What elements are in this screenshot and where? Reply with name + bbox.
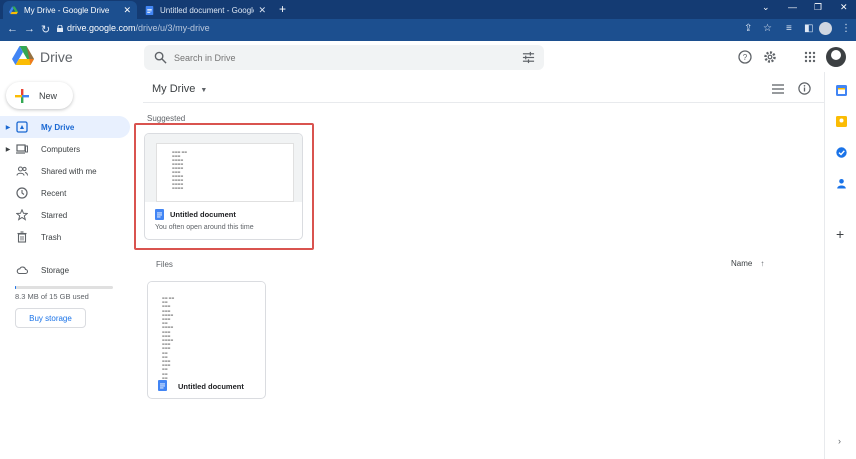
star-icon <box>16 209 28 221</box>
drive-logo-icon <box>12 46 34 65</box>
help-icon[interactable]: ? <box>738 50 752 64</box>
plus-icon <box>15 88 29 103</box>
window-close-icon[interactable]: ✕ <box>840 2 848 13</box>
browser-tab-strip: My Drive - Google Drive ✕ Untitled docum… <box>0 0 856 19</box>
expand-caret-icon[interactable]: ▶ <box>3 124 13 131</box>
sort-label: Name <box>731 259 753 268</box>
new-button-label: New <box>39 90 58 101</box>
sort-by-name-button[interactable]: Name ↑ <box>731 259 764 268</box>
new-button[interactable]: New <box>6 82 73 109</box>
tab-my-drive[interactable]: My Drive - Google Drive ✕ <box>3 1 137 19</box>
account-avatar[interactable] <box>826 47 846 67</box>
lock-icon[interactable] <box>57 25 63 32</box>
add-addon-icon[interactable]: + <box>836 226 844 242</box>
storage-usage-fill <box>15 286 16 289</box>
search-options-icon[interactable] <box>522 51 535 64</box>
tab-search-icon[interactable]: ⌄ <box>762 2 770 13</box>
file-name: Untitled document <box>178 382 244 391</box>
url-path: /drive/u/3/my-drive <box>135 23 210 33</box>
file-card[interactable]: ▬▬ ▬▬ ▬▬ ▬▬▬ ▬▬▬ ▬▬▬▬ ▬▬▬ ▬▬ ▬▬▬▬ ▬▬▬ ▬▬… <box>147 281 266 399</box>
page-title-text: My Drive <box>152 83 196 95</box>
sort-arrow-up-icon[interactable]: ↑ <box>760 259 764 268</box>
side-panel: + › <box>824 72 856 459</box>
document-preview-lines: ▬▬ ▬▬ ▬▬ ▬▬▬ ▬▬▬ ▬▬▬▬ ▬▬▬ ▬▬ ▬▬▬▬ ▬▬▬ ▬▬… <box>162 296 175 380</box>
sidebar-item-starred[interactable]: Starred <box>0 204 130 226</box>
docs-favicon-icon <box>145 5 154 15</box>
settings-gear-icon[interactable] <box>763 50 777 64</box>
browser-profile-avatar[interactable] <box>819 22 832 35</box>
cloud-icon <box>16 266 28 275</box>
sidebar-item-label: Trash <box>41 232 62 242</box>
close-icon[interactable]: ✕ <box>258 5 266 16</box>
storage-usage-bar <box>15 286 113 289</box>
clock-icon <box>16 187 28 199</box>
list-view-icon[interactable] <box>772 83 784 95</box>
close-icon[interactable]: ✕ <box>123 5 131 16</box>
shared-people-icon <box>16 166 28 176</box>
sidebar-item-recent[interactable]: Recent <box>0 182 130 204</box>
browser-menu-icon[interactable]: ⋮ <box>841 23 851 34</box>
selection-highlight-box <box>134 123 314 250</box>
sidebar-item-label: Starred <box>41 210 68 220</box>
svg-text:?: ? <box>743 53 748 62</box>
sidebar-item-trash[interactable]: Trash <box>0 226 130 248</box>
search-input[interactable] <box>174 49 494 66</box>
search-bar[interactable] <box>144 45 544 70</box>
computers-icon <box>16 144 28 154</box>
tab-untitled-document[interactable]: Untitled document - Google Do ✕ <box>139 1 272 19</box>
divider <box>143 102 824 103</box>
suggested-heading: Suggested <box>147 114 186 123</box>
sidebar-item-label: Shared with me <box>41 166 97 176</box>
tasks-icon[interactable] <box>836 147 847 158</box>
minimize-icon[interactable]: — <box>788 2 797 12</box>
product-name: Drive <box>40 49 73 65</box>
storage-usage-text: 8.3 MB of 15 GB used <box>15 292 89 301</box>
share-icon[interactable]: ⇪ <box>744 23 752 34</box>
reading-list-icon[interactable]: ≡ <box>786 23 792 34</box>
sidebar-item-label: Recent <box>41 188 67 198</box>
tab-title: My Drive - Google Drive <box>24 5 110 15</box>
page-title[interactable]: My Drive ▼ <box>152 83 207 95</box>
reload-icon[interactable]: ↻ <box>41 23 50 36</box>
restore-icon[interactable]: ❐ <box>814 2 822 13</box>
tab-title: Untitled document - Google Do <box>160 5 254 15</box>
sidebar-item-storage[interactable]: Storage <box>0 259 130 281</box>
sidebar-item-label: My Drive <box>41 122 75 132</box>
google-docs-icon <box>158 380 167 391</box>
calendar-icon[interactable] <box>836 85 847 96</box>
side-panel-icon[interactable]: ◧ <box>804 23 813 34</box>
buy-storage-button[interactable]: Buy storage <box>15 308 86 328</box>
files-heading: Files <box>156 260 173 269</box>
dropdown-arrow-icon[interactable]: ▼ <box>200 87 207 94</box>
forward-icon[interactable]: → <box>24 23 35 35</box>
sidebar-item-shared-with-me[interactable]: Shared with me <box>0 160 130 182</box>
sidebar-item-computers[interactable]: ▶ Computers <box>0 138 130 160</box>
expand-caret-icon[interactable]: ▶ <box>3 146 13 153</box>
my-drive-icon <box>16 121 28 133</box>
apps-grid-icon[interactable] <box>803 50 817 64</box>
new-tab-icon[interactable]: + <box>279 2 286 16</box>
info-icon[interactable] <box>798 82 811 95</box>
address-bar: ← → ↻ drive.google.com/drive/u/3/my-driv… <box>0 19 856 41</box>
keep-icon[interactable] <box>836 116 847 127</box>
search-icon[interactable] <box>154 51 167 64</box>
trash-icon <box>17 231 27 243</box>
back-icon[interactable]: ← <box>7 23 18 35</box>
file-thumbnail: ▬▬ ▬▬ ▬▬ ▬▬▬ ▬▬▬ ▬▬▬▬ ▬▬▬ ▬▬ ▬▬▬▬ ▬▬▬ ▬▬… <box>148 282 265 380</box>
url-host: drive.google.com <box>67 23 136 33</box>
bookmark-star-icon[interactable]: ☆ <box>763 23 772 34</box>
expand-panel-chevron-icon[interactable]: › <box>838 436 841 446</box>
url-field[interactable]: drive.google.com/drive/u/3/my-drive <box>67 23 210 33</box>
sidebar-item-label: Storage <box>41 265 70 275</box>
sidebar-item-my-drive[interactable]: ▶ My Drive <box>0 116 130 138</box>
drive-favicon-icon <box>9 5 18 14</box>
sidebar-item-label: Computers <box>41 144 81 154</box>
contacts-icon[interactable] <box>836 178 847 189</box>
